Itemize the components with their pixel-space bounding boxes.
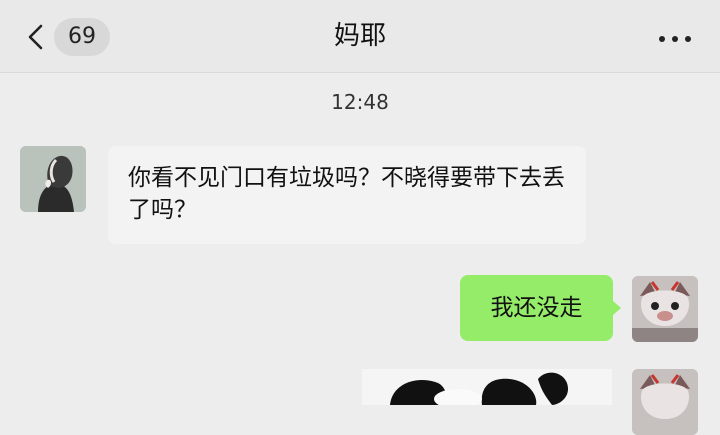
my-avatar[interactable] bbox=[632, 276, 698, 342]
panda-face-sticker-icon bbox=[362, 369, 612, 405]
bubble-tail bbox=[613, 301, 621, 315]
more-button[interactable] bbox=[658, 30, 692, 42]
chat-title: 妈耶 bbox=[333, 21, 386, 51]
more-dots-icon bbox=[659, 36, 691, 42]
chat-header: 69 妈耶 bbox=[0, 0, 720, 73]
message-timestamp: 12:48 bbox=[331, 90, 389, 114]
contact-avatar[interactable] bbox=[20, 146, 86, 212]
my-avatar[interactable] bbox=[632, 369, 698, 435]
anime-boar-avatar-icon bbox=[632, 369, 698, 435]
outgoing-message-text: 我还没走 bbox=[490, 295, 583, 321]
incoming-message-bubble[interactable]: 你看不见门口有垃圾吗？不晓得要带下去丢了吗？ bbox=[108, 146, 586, 244]
person-photo-icon bbox=[20, 146, 86, 212]
incoming-message-text: 你看不见门口有垃圾吗？不晓得要带下去丢了吗？ bbox=[128, 165, 565, 223]
sticker-image[interactable] bbox=[362, 369, 612, 405]
anime-boar-avatar-icon bbox=[632, 276, 698, 342]
outgoing-message-bubble[interactable]: 我还没走 bbox=[460, 275, 621, 341]
